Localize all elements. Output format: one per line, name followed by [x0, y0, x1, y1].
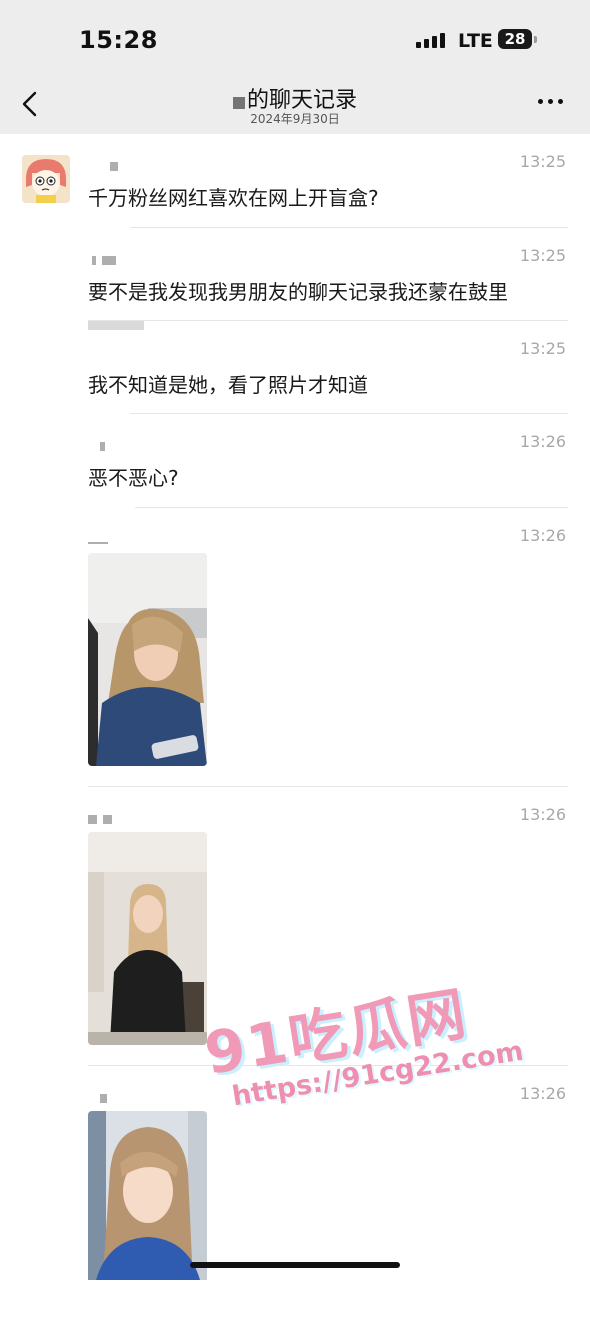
battery-icon: 28	[498, 29, 537, 49]
message-text: 我不知道是她，看了照片才知道	[88, 373, 368, 397]
photo-image	[88, 832, 207, 1045]
chat-date: 2024年9月30日	[250, 112, 340, 126]
sender-name-redacted	[88, 536, 114, 548]
message-time: 13:26	[519, 432, 566, 451]
sender-name-redacted	[88, 1094, 113, 1106]
avatar[interactable]	[22, 155, 70, 203]
message-divider	[88, 1065, 568, 1066]
message-time: 13:25	[519, 339, 566, 358]
sender-name-redacted	[88, 256, 122, 268]
photo-image	[88, 1111, 207, 1280]
redacted-name-mark	[232, 96, 245, 109]
photo-image	[88, 553, 207, 766]
message-text: 恶不恶心?	[88, 466, 179, 490]
photo-woman-denim-jacket[interactable]	[88, 553, 207, 766]
message-time: 13:26	[519, 526, 566, 545]
message-divider	[88, 320, 568, 321]
status-bar: 15:28 LTE 28	[0, 0, 590, 80]
sender-name-redacted	[88, 162, 124, 174]
home-indicator[interactable]	[190, 1262, 400, 1268]
message-time: 13:25	[519, 152, 566, 171]
sender-name-redacted	[88, 442, 111, 454]
message-time: 13:26	[519, 805, 566, 824]
message-time: 13:26	[519, 1084, 566, 1103]
status-time: 15:28	[79, 26, 158, 54]
message-divider	[88, 786, 568, 787]
chat-history[interactable]: 13:25 千万粉丝网红喜欢在网上开盲盒? 13:25 要不是我发现我男朋友的聊…	[0, 134, 590, 1280]
cartoon-avatar-icon	[22, 155, 70, 203]
more-options-icon[interactable]	[536, 97, 566, 107]
sender-name-redacted	[88, 321, 150, 361]
photo-woman-black-jacket[interactable]	[88, 832, 207, 1045]
message-text: 千万粉丝网红喜欢在网上开盲盒?	[88, 186, 379, 210]
nav-bar: 的聊天记录 2024年9月30日	[0, 80, 590, 134]
message-time: 13:25	[519, 246, 566, 265]
message-divider	[130, 227, 568, 228]
message-text: 要不是我发现我男朋友的聊天记录我还蒙在鼓里	[88, 280, 508, 304]
message-divider	[130, 413, 568, 414]
signal-icon	[416, 30, 448, 48]
photo-woman-blue-shirt[interactable]	[88, 1111, 207, 1324]
sender-name-redacted	[88, 815, 118, 827]
message-divider	[135, 507, 568, 508]
network-label: LTE	[458, 30, 493, 52]
